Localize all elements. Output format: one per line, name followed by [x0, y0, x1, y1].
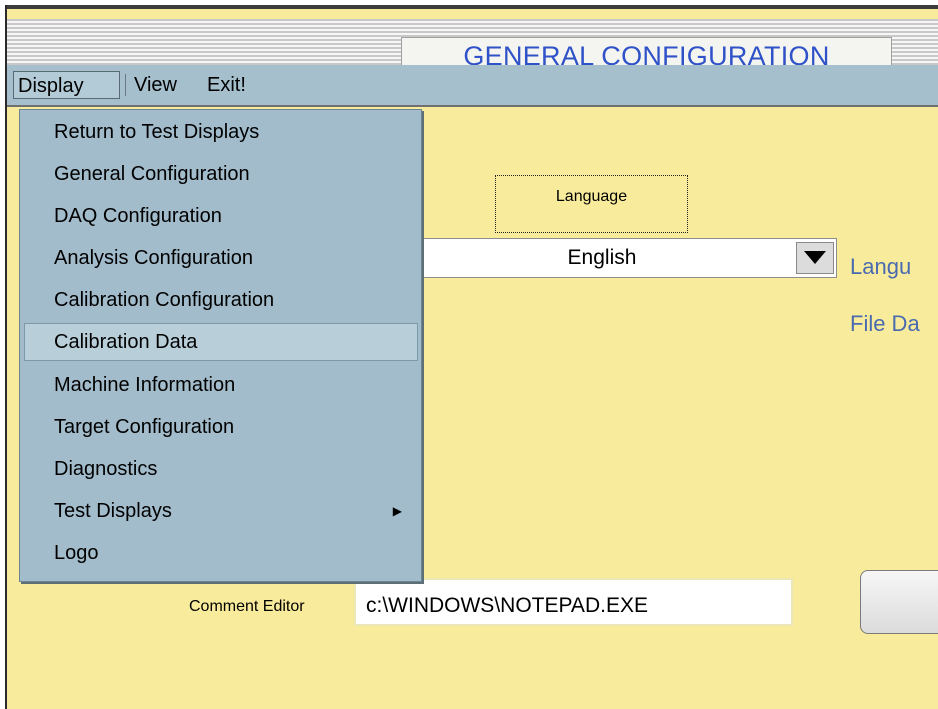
menu-item-calibration-configuration[interactable]: Calibration Configuration — [24, 281, 418, 319]
menu-item-daq-configuration[interactable]: DAQ Configuration — [24, 197, 418, 235]
menu-item-label: Diagnostics — [54, 458, 158, 480]
menu-item-return-to-test-displays[interactable]: Return to Test Displays — [24, 113, 418, 151]
menu-bar: Display View Exit! — [7, 65, 938, 107]
menu-item-test-displays[interactable]: Test Displays ▶ — [24, 492, 418, 530]
submenu-arrow-icon: ▶ — [392, 504, 402, 518]
app-window: GENERAL CONFIGURATION Display View Exit!… — [5, 5, 938, 709]
menu-item-logo[interactable]: Logo — [24, 534, 418, 572]
language-side-label: Langu — [850, 254, 912, 279]
language-selected-value: English — [567, 246, 637, 269]
menu-separator — [125, 74, 126, 96]
comment-editor-label: Comment Editor — [189, 598, 305, 615]
menu-item-label: Calibration Configuration — [54, 289, 275, 311]
title-bar: GENERAL CONFIGURATION — [7, 19, 938, 75]
menu-item-analysis-configuration[interactable]: Analysis Configuration — [24, 239, 418, 277]
menu-item-calibration-data[interactable]: Calibration Data — [24, 323, 418, 361]
menu-item-label: Machine Information — [54, 374, 236, 396]
window-top-border — [7, 5, 938, 9]
menu-display[interactable]: Display — [13, 71, 120, 99]
comment-editor-input[interactable] — [354, 578, 793, 626]
menu-item-diagnostics[interactable]: Diagnostics — [24, 450, 418, 488]
menu-item-general-configuration[interactable]: General Configuration — [24, 155, 418, 193]
menu-item-machine-information[interactable]: Machine Information — [24, 366, 418, 404]
file-data-side-label: File Da — [850, 311, 920, 336]
language-select[interactable]: English — [421, 238, 837, 278]
menu-item-target-configuration[interactable]: Target Configuration — [24, 408, 418, 446]
menu-item-label: Calibration Data — [54, 331, 198, 353]
language-group-box: Language — [495, 175, 688, 233]
language-dropdown-button[interactable] — [796, 242, 834, 274]
language-group-label: Language — [555, 188, 628, 205]
menu-item-label: Test Displays — [54, 500, 172, 522]
menu-item-label: Analysis Configuration — [54, 247, 253, 269]
menu-view[interactable]: View — [130, 71, 181, 99]
menu-exit[interactable]: Exit! — [203, 71, 250, 99]
display-dropdown-menu: Return to Test Displays General Configur… — [19, 109, 422, 582]
menu-item-label: Logo — [54, 542, 99, 564]
triangle-down-icon — [804, 251, 826, 264]
menu-item-label: Target Configuration — [54, 416, 235, 438]
side-button[interactable] — [860, 570, 938, 634]
menu-item-label: Return to Test Displays — [54, 121, 260, 143]
menu-item-label: General Configuration — [54, 163, 250, 185]
menu-item-label: DAQ Configuration — [54, 205, 222, 227]
